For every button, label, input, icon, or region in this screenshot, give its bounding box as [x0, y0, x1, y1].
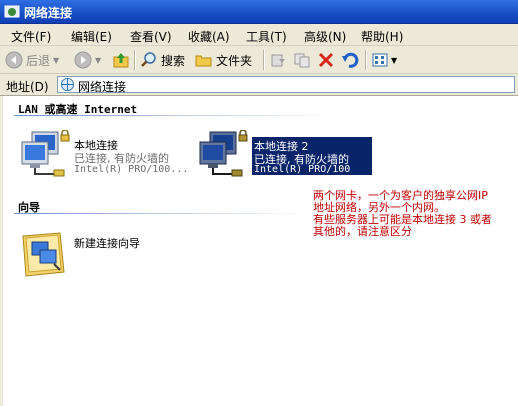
- copy-to-button[interactable]: [293, 50, 311, 70]
- back-dropdown-icon: ▼: [53, 55, 60, 65]
- new-connection-wizard[interactable]: 新建连接向导: [20, 228, 170, 278]
- menu-help[interactable]: 帮助(H): [361, 28, 403, 45]
- network-connections-icon: [4, 5, 20, 18]
- menu-edit[interactable]: 编辑(E): [71, 28, 112, 45]
- wizard-label: 新建连接向导: [74, 237, 140, 250]
- title-bar: 网络连接: [0, 0, 518, 24]
- undo-button[interactable]: [341, 50, 359, 70]
- menu-tools[interactable]: 工具(T): [246, 28, 287, 45]
- connection-device: Intel(R) PRO/100: [254, 164, 351, 175]
- up-folder-icon: [113, 53, 129, 68]
- left-frame-edge: [0, 96, 3, 406]
- forward-button[interactable]: ▼: [74, 50, 101, 70]
- up-folder-button[interactable]: [112, 50, 130, 70]
- menu-bar: 文件(F) 编辑(E) 查看(V) 收藏(A) 工具(T) 高级(N) 帮助(H…: [0, 24, 518, 46]
- views-dropdown-icon: ▼: [391, 55, 398, 65]
- address-value: 网络连接: [78, 80, 127, 94]
- delete-x-icon: [318, 52, 334, 68]
- move-to-button[interactable]: [269, 50, 287, 70]
- menu-favorites[interactable]: 收藏(A): [188, 28, 230, 45]
- delete-button[interactable]: [317, 50, 335, 70]
- annotation-line: 其他的，请注意区分: [313, 225, 412, 238]
- folders-button[interactable]: 文件夹: [195, 50, 252, 70]
- toolbar-separator: [263, 50, 265, 70]
- address-bar: 地址(D) 网络连接: [0, 74, 518, 96]
- section-divider: [14, 115, 334, 116]
- search-button[interactable]: 搜索: [140, 50, 185, 70]
- network-globe-icon: [60, 77, 75, 92]
- folders-label: 文件夹: [216, 53, 253, 68]
- undo-icon: [342, 52, 359, 68]
- connection-device: Intel(R) PRO/100...: [74, 164, 189, 175]
- connection-local-2[interactable]: 本地连接 2 已连接, 有防火墙的 Intel(R) PRO/100: [198, 130, 378, 180]
- annotation-note: 两个网卡，一个为客户的独享公网IP 地址网络，另外一个内网。 有些服务器上可能是…: [313, 190, 492, 238]
- menu-advanced[interactable]: 高级(N): [304, 28, 346, 45]
- forward-dropdown-icon: ▼: [95, 55, 102, 65]
- firewall-lock-icon: [238, 130, 248, 142]
- address-label: 地址(D): [6, 80, 49, 94]
- forward-arrow-icon: [74, 51, 92, 69]
- copy-to-icon: [294, 53, 310, 68]
- toolbar-separator: [365, 50, 367, 70]
- menu-file[interactable]: 文件(F): [11, 28, 51, 45]
- connection-local-1[interactable]: 本地连接 已连接, 有防火墙的 Intel(R) PRO/100...: [20, 130, 200, 180]
- back-label: 后退: [26, 53, 51, 68]
- move-to-icon: [271, 54, 285, 67]
- firewall-lock-icon: [60, 130, 70, 142]
- back-arrow-icon: [5, 51, 23, 69]
- toolbar-separator: [134, 50, 136, 70]
- back-button[interactable]: 后退 ▼: [5, 50, 59, 70]
- menu-view[interactable]: 查看(V): [130, 28, 172, 45]
- search-label: 搜索: [161, 53, 186, 68]
- folders-icon: [195, 55, 212, 67]
- search-icon: [141, 52, 156, 67]
- address-input[interactable]: 网络连接: [57, 76, 515, 94]
- window-title: 网络连接: [24, 6, 73, 20]
- section-divider: [14, 213, 304, 214]
- views-icon: [372, 53, 388, 67]
- toolbar: 后退 ▼ ▼ 搜索 文件夹 ▼: [0, 46, 518, 74]
- connection-wizard-icon: [22, 232, 65, 277]
- views-button[interactable]: ▼: [371, 50, 397, 70]
